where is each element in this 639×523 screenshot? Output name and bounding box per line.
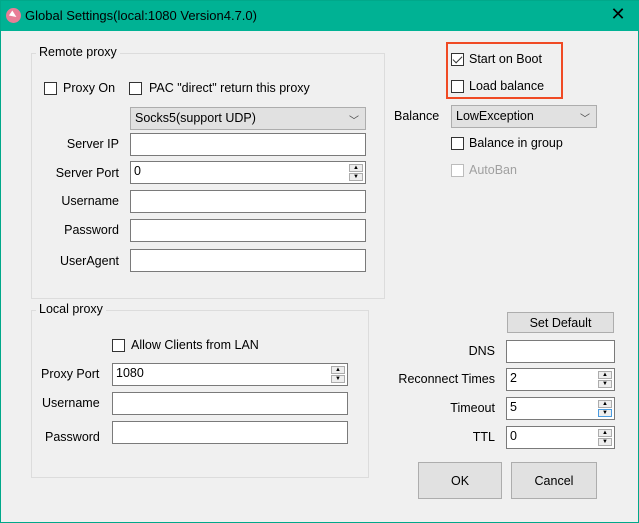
reconnect-value: 2 bbox=[510, 371, 517, 385]
ttl-label: TTL bbox=[472, 430, 495, 444]
server-port-input[interactable]: 0 ▲ ▼ bbox=[130, 161, 366, 184]
chevron-down-icon: ﹀ bbox=[580, 114, 590, 125]
allow-lan-label: Allow Clients from LAN bbox=[131, 338, 259, 352]
title-bar: Global Settings(local:1080 Version4.7.0)… bbox=[1, 1, 639, 31]
proxy-type-select[interactable]: Socks5(support UDP) ﹀ bbox=[130, 107, 366, 130]
spinner[interactable]: ▲ ▼ bbox=[349, 164, 363, 181]
balance-value: LowException bbox=[456, 109, 534, 123]
timeout-input[interactable]: 5 ▲ ▼ bbox=[506, 397, 615, 420]
load-balance-checkbox[interactable] bbox=[451, 80, 464, 93]
local-username-input[interactable] bbox=[112, 392, 348, 415]
set-default-button[interactable]: Set Default bbox=[507, 312, 614, 333]
timeout-value: 5 bbox=[510, 400, 517, 414]
proxy-on-label: Proxy On bbox=[63, 81, 116, 95]
balance-select[interactable]: LowException ﹀ bbox=[451, 105, 597, 128]
local-password-input[interactable] bbox=[112, 421, 348, 444]
username-label: Username bbox=[61, 194, 119, 208]
remote-proxy-title: Remote proxy bbox=[36, 45, 120, 59]
useragent-input[interactable] bbox=[130, 249, 366, 272]
server-port-label: Server Port bbox=[55, 166, 119, 180]
local-proxy-title: Local proxy bbox=[36, 302, 106, 316]
ok-button[interactable]: OK bbox=[418, 462, 502, 499]
local-port-label: Proxy Port bbox=[41, 367, 100, 381]
timeout-label: Timeout bbox=[450, 401, 495, 415]
ttl-input[interactable]: 0 ▲ ▼ bbox=[506, 426, 615, 449]
useragent-label: UserAgent bbox=[59, 254, 119, 268]
balance-label: Balance bbox=[394, 109, 440, 123]
window-title: Global Settings(local:1080 Version4.7.0) bbox=[25, 8, 257, 23]
pac-direct-label: PAC "direct" return this proxy bbox=[149, 81, 310, 95]
balance-in-group-label: Balance in group bbox=[469, 136, 563, 150]
proxy-on-checkbox[interactable] bbox=[44, 82, 57, 95]
balance-in-group-checkbox[interactable] bbox=[451, 137, 464, 150]
proxy-type-value: Socks5(support UDP) bbox=[135, 111, 256, 125]
local-port-value: 1080 bbox=[116, 366, 144, 380]
spinner[interactable]: ▲ ▼ bbox=[598, 429, 612, 446]
chevron-down-icon: ﹀ bbox=[349, 116, 359, 127]
local-username-label: Username bbox=[42, 396, 100, 410]
password-label: Password bbox=[64, 223, 119, 237]
dns-input[interactable] bbox=[506, 340, 615, 363]
start-on-boot-label: Start on Boot bbox=[469, 52, 542, 66]
ttl-value: 0 bbox=[510, 429, 517, 443]
local-port-input[interactable]: 1080 ▲ ▼ bbox=[112, 363, 348, 386]
reconnect-label: Reconnect Times bbox=[398, 372, 495, 386]
cancel-button[interactable]: Cancel bbox=[511, 462, 597, 499]
spinner[interactable]: ▲ ▼ bbox=[598, 371, 612, 388]
password-input[interactable] bbox=[130, 219, 366, 242]
username-input[interactable] bbox=[130, 190, 366, 213]
allow-lan-checkbox[interactable] bbox=[112, 339, 125, 352]
spinner[interactable]: ▲ ▼ bbox=[331, 366, 345, 383]
dns-label: DNS bbox=[468, 344, 495, 358]
reconnect-input[interactable]: 2 ▲ ▼ bbox=[506, 368, 615, 391]
local-password-label: Password bbox=[45, 430, 100, 444]
load-balance-label: Load balance bbox=[469, 79, 545, 93]
autoban-label: AutoBan bbox=[469, 163, 517, 177]
server-port-value: 0 bbox=[134, 164, 141, 178]
close-button[interactable]: ✕ bbox=[606, 4, 630, 25]
spinner[interactable]: ▲ ▼ bbox=[598, 400, 612, 417]
pac-direct-checkbox[interactable] bbox=[129, 82, 142, 95]
app-icon bbox=[6, 8, 21, 23]
autoban-checkbox[interactable] bbox=[451, 164, 464, 177]
server-ip-label: Server IP bbox=[66, 137, 119, 151]
start-on-boot-checkbox[interactable] bbox=[451, 53, 464, 66]
server-ip-input[interactable] bbox=[130, 133, 366, 156]
